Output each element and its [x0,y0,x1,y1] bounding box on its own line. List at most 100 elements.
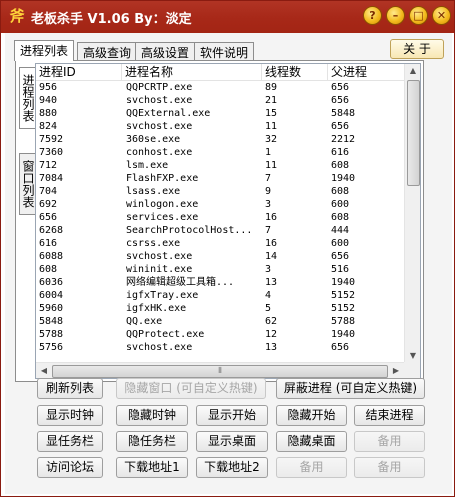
cell-parent: 616 [331,147,350,158]
cell-pid: 7592 [39,134,64,145]
column-header-name[interactable]: 进程名称 [122,64,262,80]
vertical-scrollbar[interactable]: ▲ ▼ [404,64,420,362]
hide-desktop-button[interactable]: 隐藏桌面 [276,431,347,452]
horizontal-scrollbar[interactable]: ◀ ⦀ ▶ [36,362,404,378]
table-row[interactable]: 880 QQExternal.exe 15 5848 [36,107,404,120]
cell-parent: 656 [331,251,350,262]
close-button[interactable]: ✕ [432,6,451,25]
table-row[interactable]: 608 wininit.exe 3 516 [36,263,404,276]
maximize-button[interactable]: □ [409,6,428,25]
block-process-button[interactable]: 屏蔽进程 (可自定义热键) [276,378,425,399]
cell-parent: 5848 [331,108,356,119]
table-row[interactable]: 5756 svchost.exe 13 656 [36,341,404,354]
table-row[interactable]: 5848 QQ.exe 62 5788 [36,315,404,328]
table-row[interactable]: 704 lsass.exe 9 608 [36,185,404,198]
hide-start-button[interactable]: 隐藏开始 [276,405,347,426]
cell-threads: 11 [265,160,278,171]
cell-parent: 1940 [331,277,356,288]
table-row[interactable]: 6268 SearchProtocolHost... 7 444 [36,224,404,237]
cell-name: csrss.exe [126,238,181,249]
table-row[interactable]: 616 csrss.exe 16 600 [36,237,404,250]
cell-threads: 11 [265,121,278,132]
table-row[interactable]: 712 lsm.exe 11 608 [36,159,404,172]
cell-name: SearchProtocolHost... [126,225,253,236]
table-row[interactable]: 7592 360se.exe 32 2212 [36,133,404,146]
table-row[interactable]: 5788 QQProtect.exe 12 1940 [36,328,404,341]
show-desktop-button[interactable]: 显示桌面 [196,431,268,452]
hide-window-button[interactable]: 隐藏窗口 (可自定义热键) [116,378,266,399]
visit-forum-button[interactable]: 访问论坛 [37,457,103,478]
cell-name: FlashFXP.exe [126,173,199,184]
horizontal-scroll-thumb[interactable]: ⦀ [52,365,388,378]
cell-name: igfxHK.exe [126,303,187,314]
table-row[interactable]: 692 winlogon.exe 3 600 [36,198,404,211]
help-button[interactable]: ? [363,6,382,25]
cell-threads: 3 [265,264,272,275]
cell-name: winlogon.exe [126,199,199,210]
minimize-button[interactable]: – [386,6,405,25]
spare-button-1[interactable]: 备用 [354,431,425,452]
hide-clock-button[interactable]: 隐藏时钟 [116,405,188,426]
cell-name: igfxTray.exe [126,290,199,301]
cell-pid: 608 [39,264,58,275]
show-taskbar-button[interactable]: 显任务栏 [37,431,103,452]
title-bar[interactable]: 斧 老板杀手 V1.06 By：淡定 ? – □ ✕ [1,1,454,33]
process-list[interactable]: 进程ID 进程名称 线程数 父进程 956 QQPCRTP.exe 89 656 940… [35,63,421,379]
table-row[interactable]: 940 svchost.exe 21 656 [36,94,404,107]
spare-button-2[interactable]: 备用 [276,457,347,478]
tab-software-help[interactable]: 软件说明 [194,42,255,60]
cell-parent: 444 [331,225,350,236]
cell-name: svchost.exe [126,342,193,353]
cell-name: QQPCRTP.exe [126,82,193,93]
cell-parent: 600 [331,199,350,210]
table-row[interactable]: 6004 igfxTray.exe 4 5152 [36,289,404,302]
cell-threads: 7 [265,225,272,236]
cell-pid: 5788 [39,329,64,340]
column-header-pid[interactable]: 进程ID [36,64,122,80]
tab-advanced-query[interactable]: 高级查询 [77,42,138,60]
spare-button-3[interactable]: 备用 [354,457,425,478]
scroll-right-icon[interactable]: ▶ [388,366,404,375]
refresh-list-button[interactable]: 刷新列表 [37,378,103,399]
show-clock-button[interactable]: 显示时钟 [37,405,103,426]
table-row[interactable]: 6036 网络编辑超级工具箱... 13 1940 [36,276,404,289]
table-row[interactable]: 7360 conhost.exe 1 616 [36,146,404,159]
table-row[interactable]: 6088 svchost.exe 14 656 [36,250,404,263]
cell-parent: 656 [331,121,350,132]
scroll-up-icon[interactable]: ▲ [405,66,420,75]
cell-parent: 516 [331,264,350,275]
tab-process-list[interactable]: 进程列表 [14,40,75,61]
cell-threads: 14 [265,251,278,262]
cell-threads: 13 [265,277,278,288]
cell-pid: 6004 [39,290,64,301]
cell-threads: 16 [265,238,278,249]
download-2-button[interactable]: 下载地址2 [196,457,268,478]
cell-pid: 616 [39,238,58,249]
download-1-button[interactable]: 下载地址1 [116,457,188,478]
end-process-button[interactable]: 结束进程 [354,405,425,426]
vertical-scroll-thumb[interactable] [407,80,420,186]
cell-threads: 32 [265,134,278,145]
about-button[interactable]: 关 于 [390,39,444,59]
column-header-parent[interactable]: 父进程 [328,64,404,80]
cell-pid: 5960 [39,303,64,314]
hide-taskbar-button[interactable]: 隐任务栏 [116,431,188,452]
table-row[interactable]: 5960 igfxHK.exe 5 5152 [36,302,404,315]
column-header-threads[interactable]: 线程数 [262,64,328,80]
cell-parent: 608 [331,186,350,197]
scroll-down-icon[interactable]: ▼ [405,351,420,360]
table-row[interactable]: 824 svchost.exe 11 656 [36,120,404,133]
table-row[interactable]: 7084 FlashFXP.exe 7 1940 [36,172,404,185]
scroll-left-icon[interactable]: ◀ [36,366,52,375]
side-tab-process-list[interactable]: 进程列表 [19,67,35,129]
cell-parent: 1940 [331,329,356,340]
side-tab-window-list[interactable]: 窗口列表 [19,153,35,215]
show-start-button[interactable]: 显示开始 [196,405,268,426]
cell-pid: 880 [39,108,58,119]
tab-advanced-settings[interactable]: 高级设置 [135,42,196,60]
cell-threads: 89 [265,82,278,93]
cell-pid: 940 [39,95,58,106]
table-row[interactable]: 656 services.exe 16 608 [36,211,404,224]
cell-pid: 7360 [39,147,64,158]
table-row[interactable]: 956 QQPCRTP.exe 89 656 [36,81,404,94]
